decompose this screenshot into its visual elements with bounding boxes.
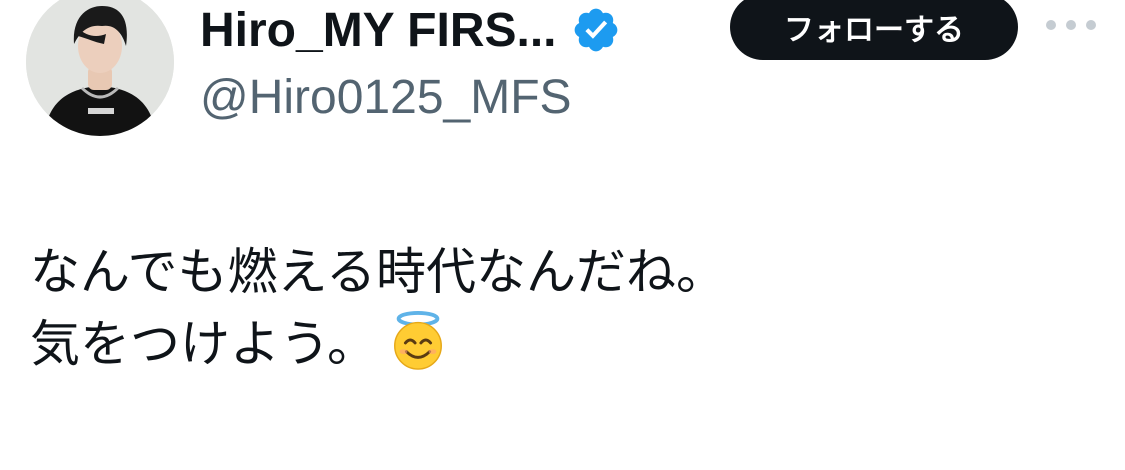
display-name-row: Hiro_MY FIRS... <box>200 0 621 60</box>
more-dot <box>1066 20 1076 30</box>
verified-badge-icon <box>571 5 621 55</box>
avatar[interactable] <box>26 0 174 136</box>
tweet-text: なんでも燃える時代なんだね。 気をつけよう。 <box>30 236 726 380</box>
tweet-line-1: なんでも燃える時代なんだね。 <box>30 243 726 301</box>
smiling-face-with-halo-icon <box>387 309 449 371</box>
tweet-line-2-wrap: 気をつけよう。 <box>30 308 726 380</box>
more-dot <box>1086 20 1096 30</box>
avatar-photo <box>26 0 174 136</box>
user-handle[interactable]: @Hiro0125_MFS <box>200 70 572 125</box>
tweet-line-2: 気をつけよう。 <box>30 315 377 373</box>
follow-button[interactable]: フォローする <box>730 0 1018 60</box>
more-options-icon[interactable] <box>1046 10 1096 40</box>
more-dot <box>1046 20 1056 30</box>
tweet-card: Hiro_MY FIRS... @Hiro0125_MFS フォローする なんで… <box>0 0 1125 470</box>
display-name[interactable]: Hiro_MY FIRS... <box>200 3 557 58</box>
